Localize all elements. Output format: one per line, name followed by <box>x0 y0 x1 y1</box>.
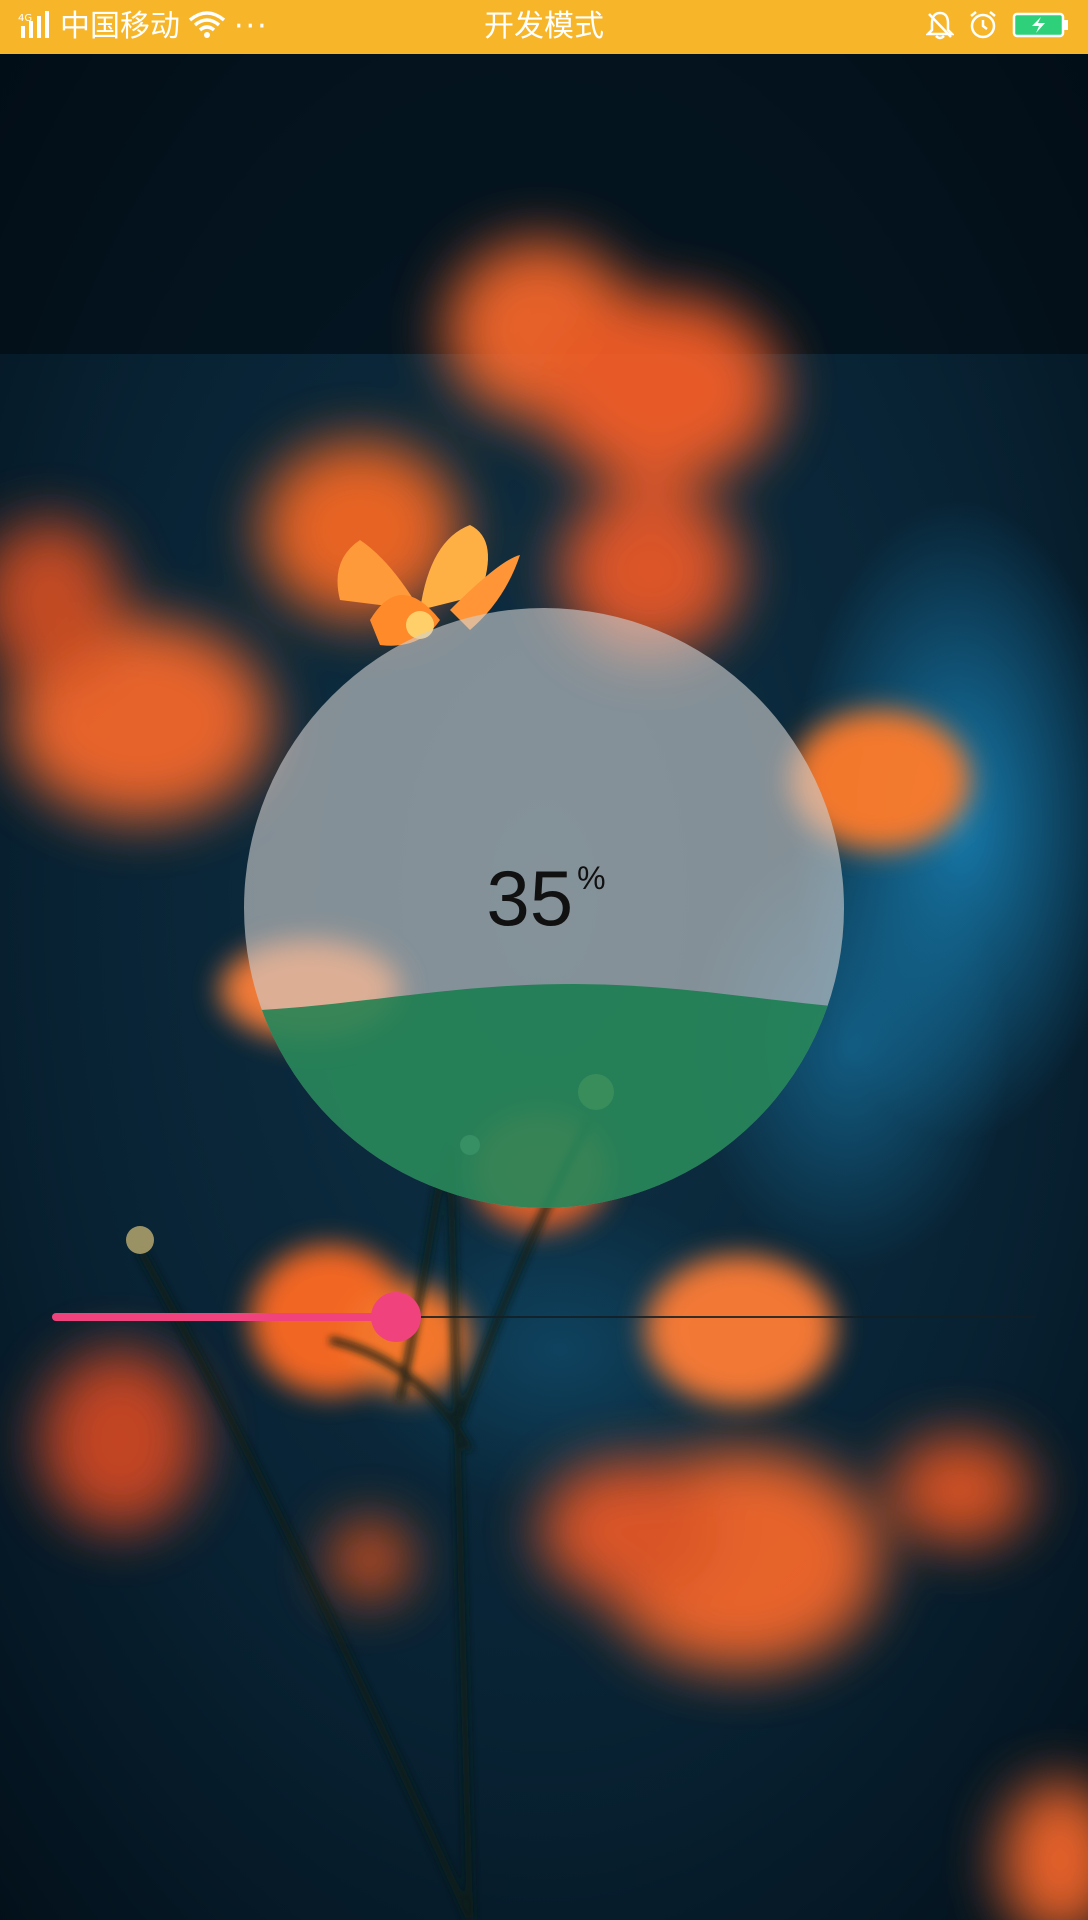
wave-progress-circle: 35% <box>244 608 844 1208</box>
progress-value: 35 <box>486 854 574 942</box>
progress-unit: % <box>577 860 606 896</box>
slider-fill <box>52 1313 397 1321</box>
alarm-icon <box>968 10 998 44</box>
progress-slider[interactable] <box>52 1292 1036 1342</box>
bell-icon <box>924 10 956 44</box>
status-right <box>924 0 1070 54</box>
battery-charging-icon <box>1012 11 1070 43</box>
progress-readout: 35% <box>244 853 844 944</box>
progress-wave <box>244 984 844 1208</box>
status-bar: 4G 中国移动 ··· 开发模式 <box>0 0 1088 54</box>
status-title: 开发模式 <box>484 9 604 44</box>
app-screen: 4G 中国移动 ··· 开发模式 35 % <box>0 0 1088 1920</box>
slider-thumb[interactable] <box>371 1292 422 1342</box>
